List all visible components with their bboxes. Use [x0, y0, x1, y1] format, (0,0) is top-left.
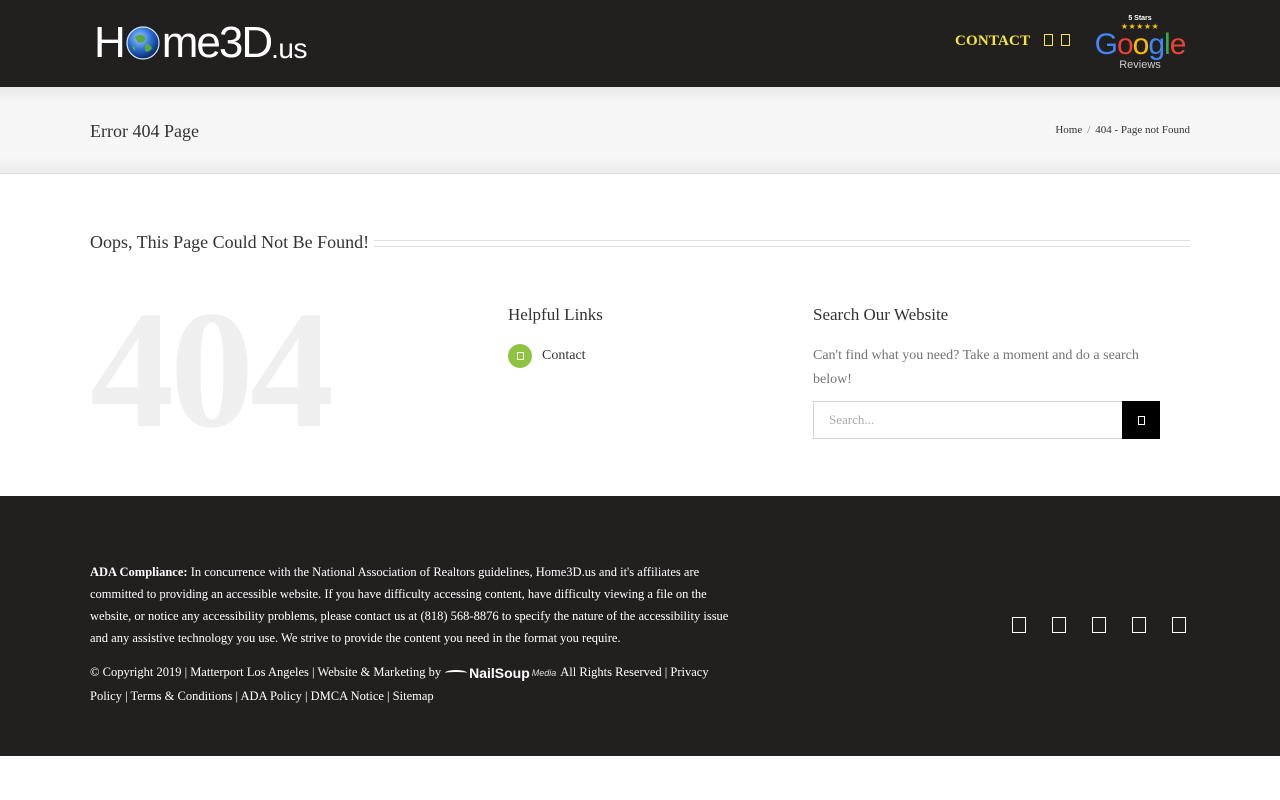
- twitter-icon[interactable]: [1052, 617, 1066, 633]
- nailsoup-sub: Media: [531, 667, 557, 678]
- search-icon[interactable]: [1044, 34, 1053, 46]
- instagram-icon[interactable]: [1092, 617, 1106, 633]
- heading-separator: [374, 240, 1190, 247]
- logo-text-part2: me3D: [161, 18, 273, 67]
- nav-icons: [1044, 34, 1070, 46]
- search-icon: [1137, 415, 1145, 425]
- nailsoup-logo[interactable]: NailSoup Media: [445, 662, 556, 685]
- error-code-watermark: 404: [90, 277, 334, 463]
- site-logo[interactable]: H me3D .us: [94, 18, 308, 68]
- search-button[interactable]: [1122, 401, 1160, 439]
- breadcrumb-current: 404 - Page not Found: [1095, 124, 1190, 136]
- soup-bowl-icon: [445, 670, 468, 676]
- error-heading: Oops, This Page Could Not Be Found!: [90, 232, 370, 252]
- page-title: Error 404 Page: [90, 121, 199, 141]
- search-section-title: Search Our Website: [813, 305, 949, 324]
- google-logo-text: Google: [1094, 28, 1187, 61]
- google-reviews-badge[interactable]: 5 Stars ★★★★★ Google Reviews: [1089, 15, 1191, 71]
- logo-text: H me3D .us: [94, 12, 308, 74]
- nailsoup-name: NailSoup: [469, 664, 530, 681]
- contact-link[interactable]: Contact: [542, 348, 586, 364]
- nav-contact-link[interactable]: CONTACT: [955, 33, 1030, 50]
- youtube-icon[interactable]: [1132, 617, 1146, 633]
- breadcrumb: Home / 404 - Page not Found: [1055, 124, 1190, 136]
- social-links: [1012, 617, 1186, 633]
- site-header: H me3D .us CONTACT 5 Stars ★★★★★ Google …: [0, 0, 1280, 87]
- chevron-right-icon: [516, 352, 524, 360]
- breadcrumb-separator: /: [1087, 124, 1091, 136]
- logo-text-part3: .us: [271, 33, 308, 64]
- copyright-prefix: © Copyright 2019 | Matterport Los Angele…: [90, 665, 442, 679]
- cart-icon[interactable]: [1061, 34, 1070, 46]
- search-description: Can't find what you need? Take a moment …: [813, 348, 1139, 387]
- breadcrumb-home-link[interactable]: Home: [1055, 124, 1082, 136]
- copyright-text: © Copyright 2019 | Matterport Los Angele…: [90, 661, 740, 708]
- ada-label: ADA Compliance:: [90, 565, 188, 579]
- helpful-link-contact[interactable]: Contact: [508, 344, 586, 368]
- logo-text-part1: H: [94, 18, 126, 67]
- linkedin-icon[interactable]: [1172, 617, 1186, 633]
- facebook-icon[interactable]: [1012, 617, 1026, 633]
- globe-icon: [126, 26, 160, 60]
- ada-compliance-text: ADA Compliance: In concurrence with the …: [90, 561, 740, 649]
- link-bullet-icon: [508, 344, 532, 368]
- search-input[interactable]: [813, 401, 1123, 439]
- helpful-links-title: Helpful Links: [508, 305, 603, 324]
